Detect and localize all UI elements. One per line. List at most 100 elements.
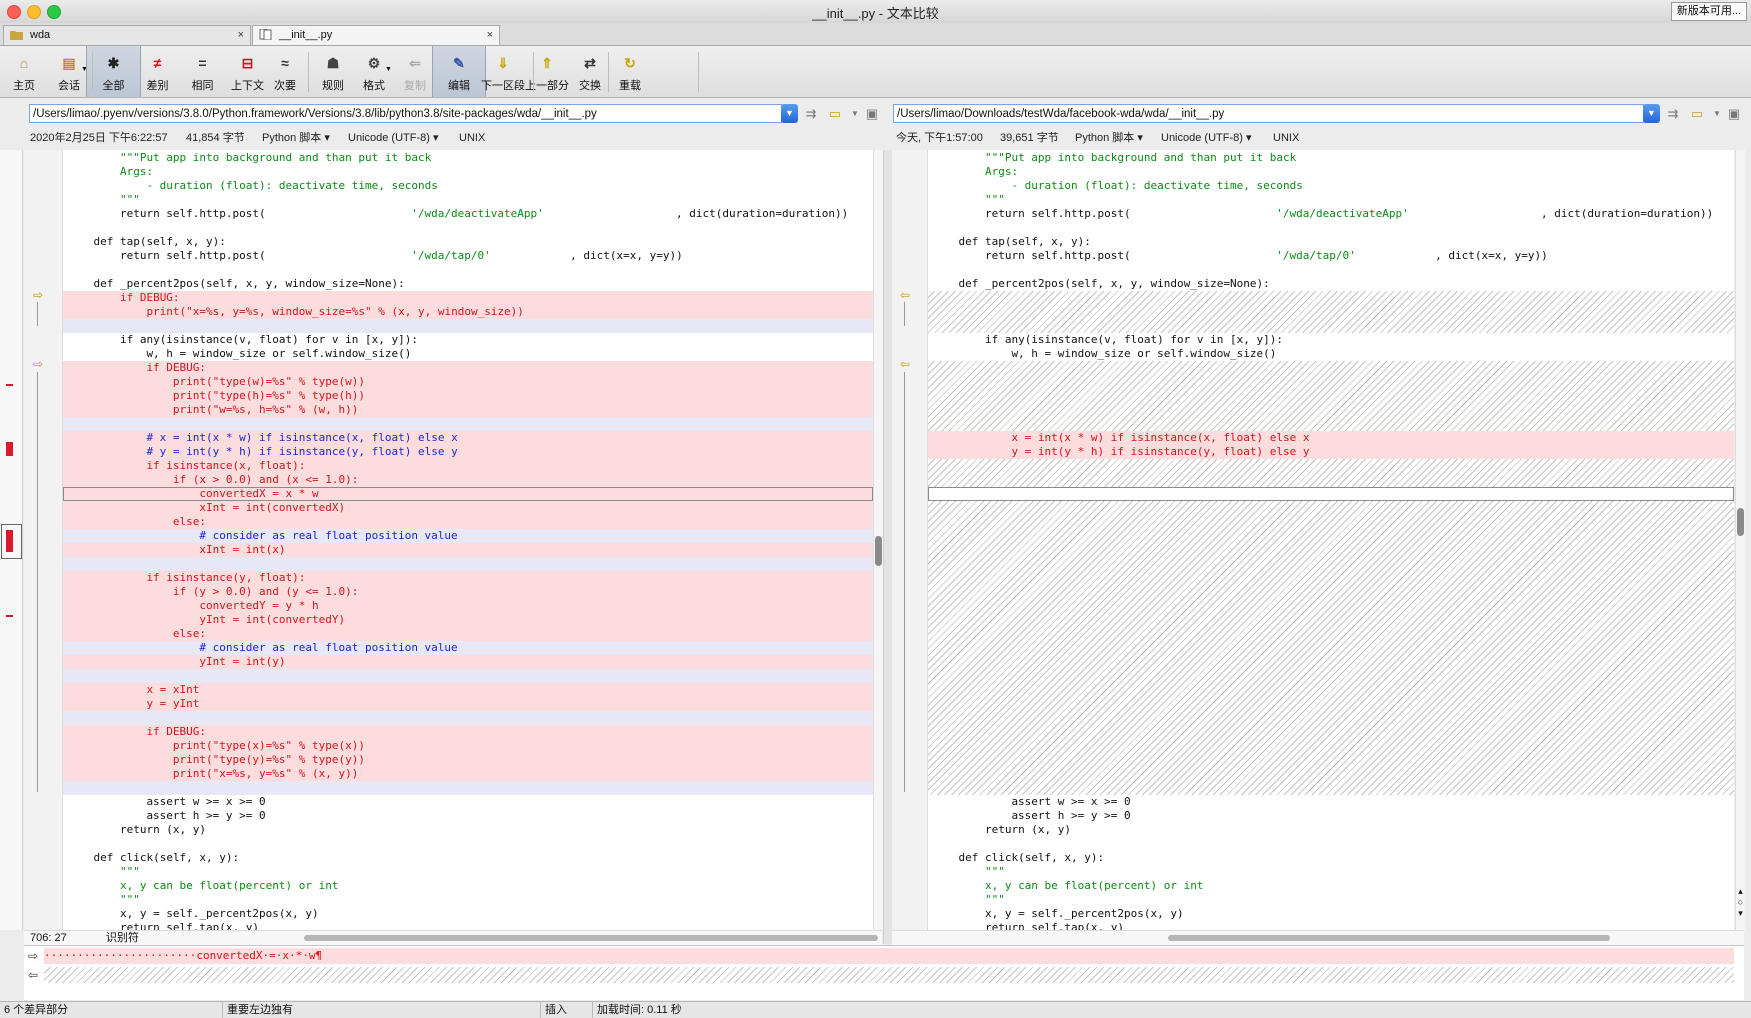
code-line[interactable]: w, h = window_size or self.window_size()	[63, 347, 873, 361]
code-line[interactable]: yInt = int(y)	[63, 655, 873, 669]
copy-left-arrow-icon[interactable]: ⇦	[900, 288, 910, 302]
right-format-select[interactable]: Python 脚本 ▾	[1075, 130, 1143, 146]
code-line[interactable]: if DEBUG:	[63, 361, 873, 375]
toolbar-button-diff[interactable]: ≠ 差别	[134, 46, 181, 97]
code-line[interactable]: return self.tap(x, y)	[928, 921, 1734, 930]
code-line[interactable]	[63, 781, 873, 795]
toolbar-button-edit[interactable]: ✎ 编辑	[432, 46, 486, 97]
left-save-icon[interactable]: ▣	[862, 104, 882, 123]
right-vertical-scrollbar[interactable]: ▴ ○ ▾	[1735, 150, 1745, 930]
code-line[interactable]: x, y can be float(percent) or int	[928, 879, 1734, 893]
code-line[interactable]: assert h >= y >= 0	[63, 809, 873, 823]
code-line[interactable]: Args:	[928, 165, 1734, 179]
code-line[interactable]: y = int(y * h) if isinstance(y, float) e…	[928, 445, 1734, 459]
code-line[interactable]: return self.tap(x, y)	[63, 921, 873, 930]
code-line[interactable]: if isinstance(x, float):	[63, 459, 873, 473]
right-path-dropdown-icon[interactable]: ▼	[1643, 104, 1660, 123]
code-line[interactable]: # x = int(x * w) if isinstance(x, float)…	[63, 431, 873, 445]
code-line[interactable]: x, y = self._percent2pos(x, y)	[928, 907, 1734, 921]
code-line[interactable]: x = int(x * w) if isinstance(x, float) e…	[928, 431, 1734, 445]
code-line[interactable]: xInt = int(x)	[63, 543, 873, 557]
code-line[interactable]: return self.http.post('/wda/deactivateAp…	[63, 207, 873, 221]
toolbar-button-all[interactable]: ✱ 全部	[86, 46, 141, 97]
code-line[interactable]: # y = int(y * h) if isinstance(y, float)…	[63, 445, 873, 459]
left-hscroll-thumb[interactable]	[304, 935, 878, 941]
tab-wda[interactable]: wda ×	[3, 25, 251, 45]
code-line[interactable]: w, h = window_size or self.window_size()	[928, 347, 1734, 361]
code-line[interactable]: assert w >= x >= 0	[928, 795, 1734, 809]
code-line[interactable]	[63, 319, 873, 333]
code-line[interactable]: xInt = int(convertedX)	[63, 501, 873, 515]
update-available-button[interactable]: 新版本可用...	[1670, 2, 1747, 21]
copy-right-arrow-icon[interactable]: ⇨	[33, 288, 43, 302]
code-line[interactable]: print("type(w)=%s" % type(w))	[63, 375, 873, 389]
code-line[interactable]: return (x, y)	[63, 823, 873, 837]
left-scroll-thumb[interactable]	[875, 536, 882, 566]
code-line[interactable]	[63, 711, 873, 725]
code-line[interactable]: if (y > 0.0) and (y <= 1.0):	[63, 585, 873, 599]
code-line[interactable]: if any(isinstance(v, float) for v in [x,…	[928, 333, 1734, 347]
code-line[interactable]: def tap(self, x, y):	[928, 235, 1734, 249]
code-line[interactable]: """Put app into background and than put …	[928, 151, 1734, 165]
tab-close-icon[interactable]: ×	[487, 26, 493, 45]
copy-right-arrow-icon[interactable]: ⇨	[33, 357, 43, 371]
code-line[interactable]: convertedY = y * h	[63, 599, 873, 613]
right-path-field[interactable]: /Users/limao/Downloads/testWda/facebook-…	[893, 104, 1644, 123]
toolbar-button-rules[interactable]: ☗ 规则	[309, 46, 357, 97]
code-line[interactable]	[928, 487, 1734, 501]
toolbar-button-next-section[interactable]: ⇓ 下一区段	[479, 46, 527, 97]
left-path-dropdown-icon[interactable]: ▼	[781, 104, 798, 123]
code-line[interactable]: assert w >= x >= 0	[63, 795, 873, 809]
toolbar-button-home[interactable]: ⌂ 主页	[0, 46, 48, 97]
code-line[interactable]: def _percent2pos(self, x, y, window_size…	[928, 277, 1734, 291]
tab-init-py[interactable]: __init__.py ×	[252, 25, 500, 45]
code-line[interactable]: """	[63, 893, 873, 907]
code-line[interactable]: if (x > 0.0) and (x <= 1.0):	[63, 473, 873, 487]
right-line-endings[interactable]: UNIX	[1273, 130, 1299, 146]
code-line[interactable]: print("w=%s, h=%s" % (w, h))	[63, 403, 873, 417]
right-open-folder-icon[interactable]: ▭	[1687, 104, 1707, 123]
code-line[interactable]: def tap(self, x, y):	[63, 235, 873, 249]
code-line[interactable]: def click(self, x, y):	[928, 851, 1734, 865]
right-scroll-thumb[interactable]	[1737, 508, 1744, 536]
code-line[interactable]: x, y can be float(percent) or int	[63, 879, 873, 893]
right-save-icon[interactable]: ▣	[1724, 104, 1744, 123]
toolbar-button-prev-section[interactable]: ⇑ 上一部分	[521, 46, 573, 97]
code-line[interactable]: x, y = self._percent2pos(x, y)	[63, 907, 873, 921]
right-encoding-select[interactable]: Unicode (UTF-8) ▾	[1161, 130, 1251, 146]
code-line[interactable]: """Put app into background and than put …	[63, 151, 873, 165]
right-hscroll-thumb[interactable]	[1168, 935, 1610, 941]
toolbar-button-same[interactable]: = 相同	[180, 46, 225, 97]
code-line[interactable]: return self.http.post('/wda/tap/0' , dict…	[928, 249, 1734, 263]
dropdown-caret-icon[interactable]: ▼	[385, 66, 392, 73]
diff-overview-strip[interactable]	[0, 150, 23, 930]
code-line[interactable]: print("x=%s, y=%s" % (x, y))	[63, 767, 873, 781]
code-line[interactable]: return self.http.post('/wda/deactivateAp…	[928, 207, 1734, 221]
code-line[interactable]: yInt = int(convertedY)	[63, 613, 873, 627]
code-line[interactable]: def click(self, x, y):	[63, 851, 873, 865]
code-line[interactable]: """	[928, 193, 1734, 207]
toolbar-button-reload[interactable]: ↻ 重载	[606, 46, 654, 97]
code-line[interactable]: """	[928, 893, 1734, 907]
code-line[interactable]: # consider as real float position value	[63, 529, 873, 543]
code-line[interactable]: assert h >= y >= 0	[928, 809, 1734, 823]
left-path-field[interactable]: /Users/limao/.pyenv/versions/3.8.0/Pytho…	[29, 104, 782, 123]
code-line[interactable]: """	[63, 193, 873, 207]
code-line[interactable]: if any(isinstance(v, float) for v in [x,…	[63, 333, 873, 347]
code-line[interactable]: else:	[63, 515, 873, 529]
tab-close-icon[interactable]: ×	[238, 26, 244, 45]
code-line[interactable]: Args:	[63, 165, 873, 179]
code-line[interactable]	[63, 417, 873, 431]
code-line[interactable]: def _percent2pos(self, x, y, window_size…	[63, 277, 873, 291]
code-line[interactable]: print("type(x)=%s" % type(x))	[63, 739, 873, 753]
code-line[interactable]: """	[63, 865, 873, 879]
code-line[interactable]	[63, 669, 873, 683]
code-line[interactable]: print("type(h)=%s" % type(h))	[63, 389, 873, 403]
code-line[interactable]: return (x, y)	[928, 823, 1734, 837]
code-line[interactable]: convertedX = x * w	[63, 487, 873, 501]
code-line[interactable]: else:	[63, 627, 873, 641]
left-format-select[interactable]: Python 脚本 ▾	[262, 130, 330, 146]
code-line[interactable]: - duration (float): deactivate time, sec…	[928, 179, 1734, 193]
code-line[interactable]: # consider as real float position value	[63, 641, 873, 655]
overview-viewport[interactable]	[1, 524, 22, 559]
